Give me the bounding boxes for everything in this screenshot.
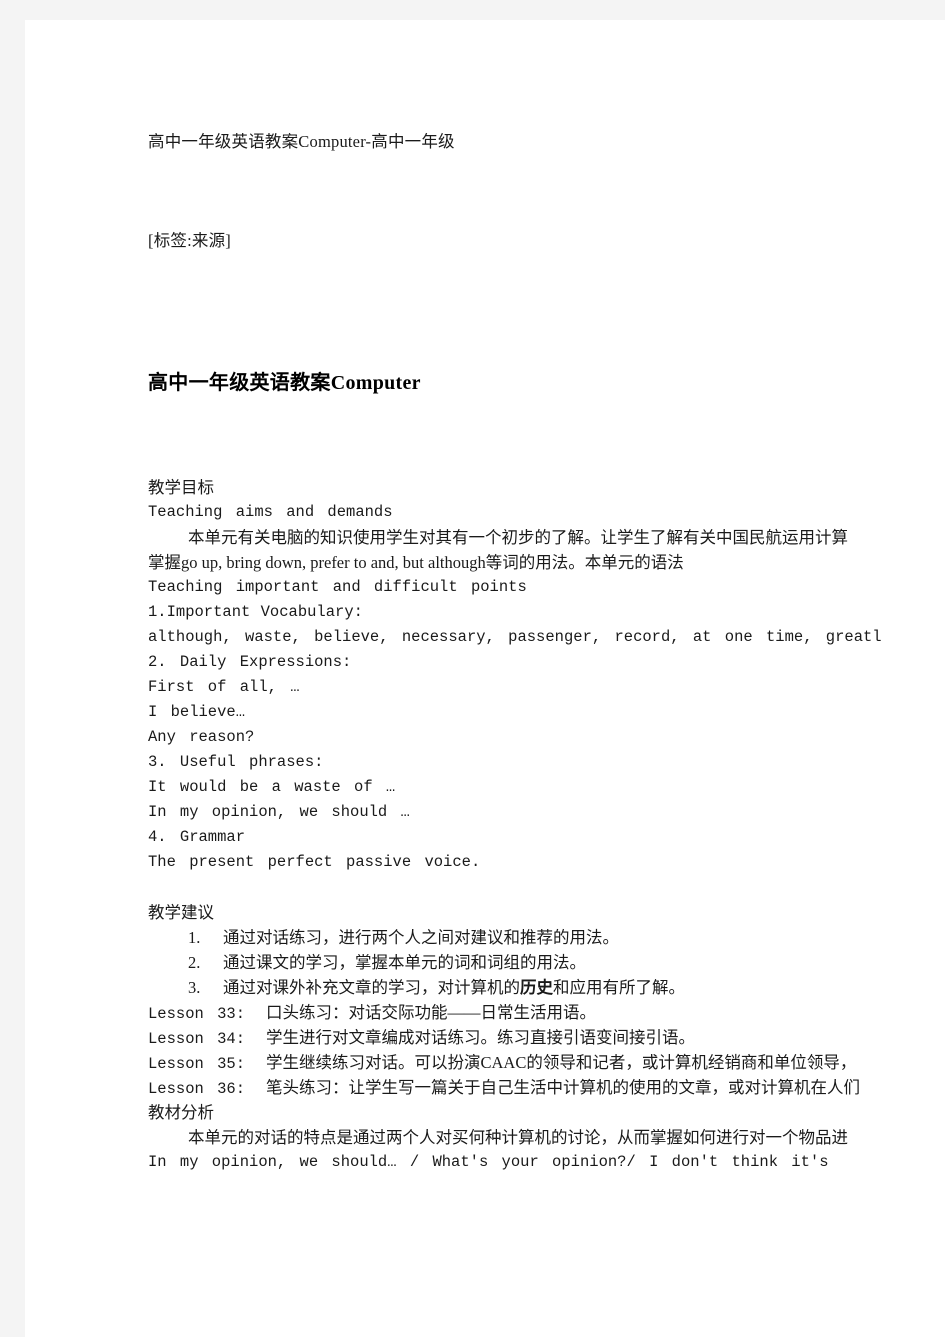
aims-paragraph: 本单元有关电脑的知识使用学生对其有一个初步的了解。让学生了解有关中国民航运用计算 [188,528,848,547]
suggestion-item: 3. 通过对课外补充文章的学习，对计算机的历史和应用有所了解。 [148,975,945,1000]
useful-phrase-2: In my opinion, we should … [148,803,410,821]
lesson-text: 学生进行对文章编成对话练习。练习直接引语变间接引语。 [266,1028,695,1047]
document-header-title: 高中一年级英语教案Computer-高中一年级 [148,132,455,151]
lesson-label: Lesson 35: [148,1055,246,1073]
useful-phrase-1: It would be a waste of … [148,778,396,796]
suggestion-number: 1. [188,928,201,947]
suggestion-text-emphasis: 历史 [520,978,553,997]
suggestion-text: 通过课文的学习，掌握本单元的词和词组的用法。 [223,953,586,972]
useful-phrases-heading: 3. Useful phrases: [148,753,324,771]
suggestion-number: 2. [188,953,201,972]
vocabulary-heading: 1.Important Vocabulary: [148,603,363,621]
suggestion-text: 通过对话练习，进行两个人之间对建议和推荐的用法。 [223,928,619,947]
document-body: 教学目标 Teaching aims and demands 本单元有关电脑的知… [148,395,945,1175]
page-title: 高中一年级英语教案Computer [148,372,421,394]
aims-grammar-note: 掌握go up, bring down, prefer to and, but … [148,553,684,572]
lesson-row: Lesson 35: 学生继续练习对话。可以扮演CAAC的领导和记者，或计算机经销… [148,1050,945,1075]
lesson-label: Lesson 34: [148,1030,246,1048]
lesson-label: Lesson 33: [148,1005,246,1023]
grammar-line-1: The present perfect passive voice. [148,853,481,871]
analysis-example-line: In my opinion, we should… / What's your … [148,1153,829,1171]
section-heading-aims: 教学目标 [148,478,214,497]
lesson-text: 学生继续练习对话。可以扮演CAAC的领导和记者，或计算机经销商和单位领导， [266,1053,857,1072]
suggestion-item: 1. 通过对话练习，进行两个人之间对建议和推荐的用法。 [148,925,945,950]
lesson-text: 口头练习：对话交际功能——日常生活用语。 [266,1003,596,1022]
suggestion-number: 3. [188,978,201,997]
aims-line-2: Teaching important and difficult points [148,578,527,596]
suggestion-text-tail: 和应用有所了解。 [553,978,685,997]
lesson-text: 笔头练习：让学生写一篇关于自己生活中计算机的使用的文章，或对计算机在人们 [266,1078,860,1097]
grammar-heading: 4. Grammar [148,828,246,846]
document-page: 高中一年级英语教案Computer-高中一年级 [标签:来源] 高中一年级英语教… [25,20,945,1337]
aims-line-1: Teaching aims and demands [148,503,393,521]
lesson-row: Lesson 33: 口头练习：对话交际功能——日常生活用语。 [148,1000,945,1025]
lesson-row: Lesson 34: 学生进行对文章编成对话练习。练习直接引语变间接引语。 [148,1025,945,1050]
document-header-tag: [标签:来源] [148,231,231,250]
document-content: 高中一年级英语教案Computer-高中一年级 [标签:来源] 高中一年级英语教… [148,20,945,1175]
section-heading-analysis: 教材分析 [148,1103,214,1122]
lesson-row: Lesson 36: 笔头练习：让学生写一篇关于自己生活中计算机的使用的文章，或对… [148,1075,945,1100]
suggestion-text: 通过对课外补充文章的学习，对计算机的 [223,978,520,997]
vocabulary-list: although, waste, believe, necessary, pas… [148,628,882,646]
lesson-label: Lesson 36: [148,1080,246,1098]
section-heading-suggestions: 教学建议 [148,903,214,922]
daily-expression-2: I believe… [148,703,246,721]
daily-expression-3: Any reason? [148,728,255,746]
daily-expressions-heading: 2. Daily Expressions: [148,653,352,671]
daily-expression-1: First of all, … [148,678,300,696]
analysis-paragraph: 本单元的对话的特点是通过两个人对买何种计算机的讨论，从而掌握如何进行对一个物品进 [188,1128,848,1147]
suggestion-item: 2. 通过课文的学习，掌握本单元的词和词组的用法。 [148,950,945,975]
